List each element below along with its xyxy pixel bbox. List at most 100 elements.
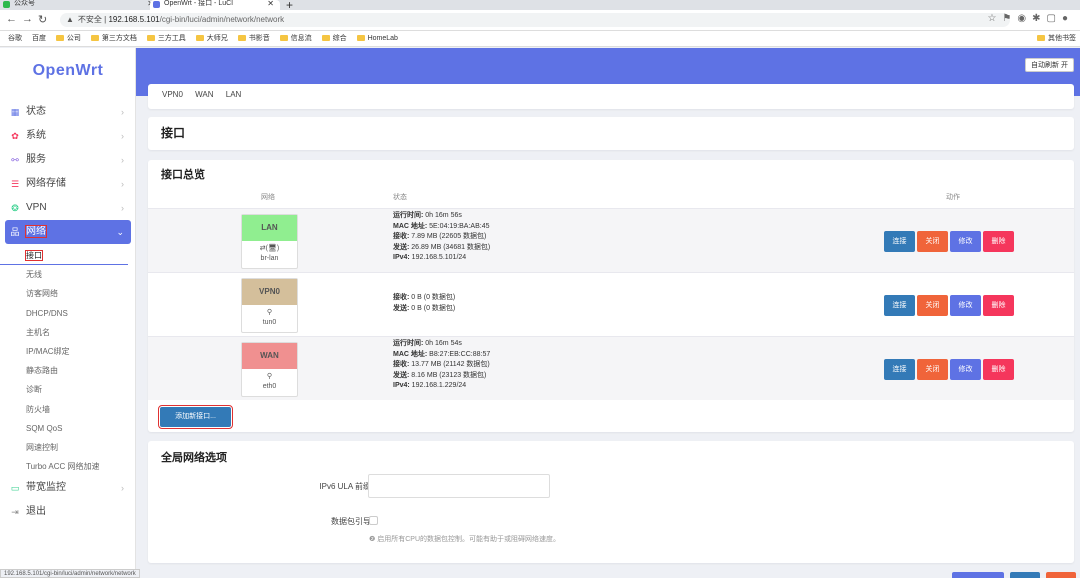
footer-button[interactable] — [952, 572, 1004, 578]
forward-icon[interactable]: → — [22, 13, 33, 25]
connect-button[interactable]: 连接 — [884, 295, 915, 316]
url-host: 192.168.5.101 — [108, 15, 160, 24]
sidebar-sub-ipmac[interactable]: IP/MAC绑定 — [0, 342, 136, 361]
connect-button[interactable]: 连接 — [884, 359, 915, 380]
folder-icon — [356, 35, 365, 41]
bookmark-item[interactable]: 书影音 — [237, 31, 270, 47]
table-row: VPN0 ⚲ tun0 接收: 0 B (0 数据包) 发送: 0 B (0 数… — [148, 272, 1074, 336]
bookmark-item[interactable]: 三方工具 — [146, 31, 186, 47]
device-name: br-lan — [260, 255, 279, 262]
sidebar-menu: ▦ 状态 › ✿ 系统 › ⚯ 服务 › ☰ 网络存储 › ❂ VPN › 品 … — [0, 100, 136, 524]
sidebar-sub-dhcp[interactable]: DHCP/DNS — [0, 304, 136, 323]
chevron-down-icon: ⌄ — [116, 227, 124, 237]
extension-icons[interactable]: ☆⚑◉✱▢● — [987, 13, 1074, 24]
interface-status: 运行时间: 0h 16m 56s MAC 地址: 5E:04:19:BA:AB:… — [393, 212, 491, 261]
sidebar-item-vpn[interactable]: ❂ VPN › — [0, 196, 136, 220]
bookmark-item[interactable]: HomeLab — [356, 31, 398, 47]
url-input[interactable]: ▲ 不安全 | 192.168.5.101/cgi-bin/luci/admin/… — [60, 13, 1010, 27]
edit-button[interactable]: 修改 — [950, 295, 981, 316]
edit-button[interactable]: 修改 — [950, 231, 981, 252]
sidebar-sub-firewall[interactable]: 防火墙 — [0, 400, 136, 419]
interface-name: WAN — [242, 343, 297, 369]
tab-wan[interactable]: WAN — [195, 90, 213, 99]
section-title: 全局网络选项 — [161, 452, 227, 464]
gear-icon: ✿ — [11, 131, 19, 141]
reload-icon[interactable]: ↻ — [38, 13, 47, 26]
packet-steering-hint: ❷ 启用所有CPU的数据包控制。可能有助于或阻碍网络速度。 — [369, 536, 560, 543]
bookmark-item[interactable]: 谷歌 — [8, 31, 22, 47]
add-interface-button[interactable]: 添加新接口... — [158, 405, 233, 429]
sidebar-sub-sqm[interactable]: SQM QoS — [0, 419, 136, 438]
sidebar-item-logout[interactable]: ⇥ 退出 — [0, 500, 136, 524]
sidebar-sub-turboacc[interactable]: Turbo ACC 网络加速 — [0, 457, 136, 476]
col-network: 网络 — [261, 194, 275, 201]
bookmark-item[interactable]: 信息流 — [279, 31, 312, 47]
delete-button[interactable]: 删除 — [983, 359, 1014, 380]
browser-status-url: 192.168.5.101/cgi-bin/luci/admin/network… — [0, 569, 140, 578]
footer-button[interactable] — [1046, 572, 1076, 578]
stop-button[interactable]: 关闭 — [917, 295, 948, 316]
chevron-right-icon: › — [121, 179, 124, 189]
sidebar-item-storage[interactable]: ☰ 网络存储 › — [0, 172, 136, 196]
address-bar: ← → ↻ ▲ 不安全 | 192.168.5.101/cgi-bin/luci/… — [0, 10, 1080, 31]
bookmark-item[interactable]: 公司 — [55, 31, 81, 47]
browser-tab-2[interactable]: OpenWrt - 接口 - LuCI ✕ — [150, 0, 280, 10]
sidebar-item-services[interactable]: ⚯ 服务 › — [0, 148, 136, 172]
row-actions: 连接 关闭 修改 删除 — [884, 359, 1016, 380]
ethernet-icon: ⚲ — [266, 373, 273, 380]
sidebar-item-system[interactable]: ✿ 系统 › — [0, 124, 136, 148]
connect-button[interactable]: 连接 — [884, 231, 915, 252]
delete-button[interactable]: 删除 — [983, 231, 1014, 252]
sidebar-sub-routes[interactable]: 静态路由 — [0, 361, 136, 380]
sidebar-sub-speedcontrol[interactable]: 网速控制 — [0, 438, 136, 457]
page-title: 接口 — [148, 117, 1074, 150]
bookmark-other[interactable]: 其他书签 — [1037, 31, 1076, 47]
table-row: WAN ⚲ eth0 运行时间: 0h 16m 54s MAC 地址: B8:2… — [148, 336, 1074, 400]
url-warning: 不安全 — [77, 15, 102, 24]
tab-label: 公众号 — [14, 0, 35, 7]
col-actions: 动作 — [946, 194, 960, 201]
interface-badge[interactable]: VPN0 ⚲ tun0 — [241, 278, 298, 333]
tab-vpn0[interactable]: VPN0 — [162, 90, 183, 99]
bookmark-item[interactable]: 综合 — [321, 31, 347, 47]
tab-lan[interactable]: LAN — [226, 90, 242, 99]
interfaces-overview: 接口总览 网络 状态 动作 LAN ⇄(🖥) br-lan 运行时间: 0h 1… — [148, 160, 1074, 432]
interface-device: ⚲ eth0 — [242, 369, 297, 392]
global-options: 全局网络选项 IPv6 ULA 前缀 数据包引导 ❷ 启用所有CPU的数据包控制… — [148, 441, 1074, 563]
stop-button[interactable]: 关闭 — [917, 231, 948, 252]
interface-device: ⇄(🖥) br-lan — [242, 241, 297, 264]
bookmark-item[interactable]: 大师兄 — [195, 31, 228, 47]
logo[interactable]: OpenWrt — [0, 62, 136, 80]
browser-tab-1[interactable]: 公众号 ✕ — [0, 0, 160, 10]
interface-status: 接收: 0 B (0 数据包) 发送: 0 B (0 数据包) — [393, 294, 456, 312]
bookmark-item[interactable]: 第三方文档 — [90, 31, 137, 47]
delete-button[interactable]: 删除 — [983, 295, 1014, 316]
back-icon[interactable]: ← — [6, 13, 17, 25]
wechat-icon — [3, 1, 10, 8]
close-icon[interactable]: ✕ — [267, 0, 274, 8]
sidebar-sub-diagnostics[interactable]: 诊断 — [0, 380, 136, 399]
sidebar-sub-wireless[interactable]: 无线 — [0, 265, 136, 284]
table-row: LAN ⇄(🖥) br-lan 运行时间: 0h 16m 56s MAC 地址:… — [148, 208, 1074, 272]
row-actions: 连接 关闭 修改 删除 — [884, 295, 1016, 316]
sidebar-item-network[interactable]: 品 网络 ⌄ — [5, 220, 131, 244]
interface-badge[interactable]: WAN ⚲ eth0 — [241, 342, 298, 397]
sidebar-item-bandwidth[interactable]: ▭ 带宽监控 › — [0, 476, 136, 500]
footer-button[interactable] — [1010, 572, 1040, 578]
vpn-icon: ❂ — [11, 203, 19, 213]
logout-icon: ⇥ — [11, 507, 19, 518]
sidebar-sub-interfaces[interactable]: 接口 — [0, 246, 128, 266]
bookmark-item[interactable]: 百度 — [32, 31, 46, 47]
stop-button[interactable]: 关闭 — [917, 359, 948, 380]
interface-badge[interactable]: LAN ⇄(🖥) br-lan — [241, 214, 298, 269]
auto-refresh-button[interactable]: 自动刷新 开 — [1025, 58, 1074, 72]
sidebar-sub-guest[interactable]: 访客网络 — [0, 284, 136, 303]
edit-button[interactable]: 修改 — [950, 359, 981, 380]
packet-steering-checkbox[interactable] — [369, 516, 378, 525]
interface-status: 运行时间: 0h 16m 54s MAC 地址: B8:27:EB:CC:88:… — [393, 340, 491, 389]
openwrt-icon — [153, 1, 160, 8]
sidebar-item-status[interactable]: ▦ 状态 › — [0, 100, 136, 124]
ula-prefix-input[interactable] — [368, 474, 550, 498]
interface-name: VPN0 — [242, 279, 297, 305]
sidebar-sub-hostnames[interactable]: 主机名 — [0, 323, 136, 342]
